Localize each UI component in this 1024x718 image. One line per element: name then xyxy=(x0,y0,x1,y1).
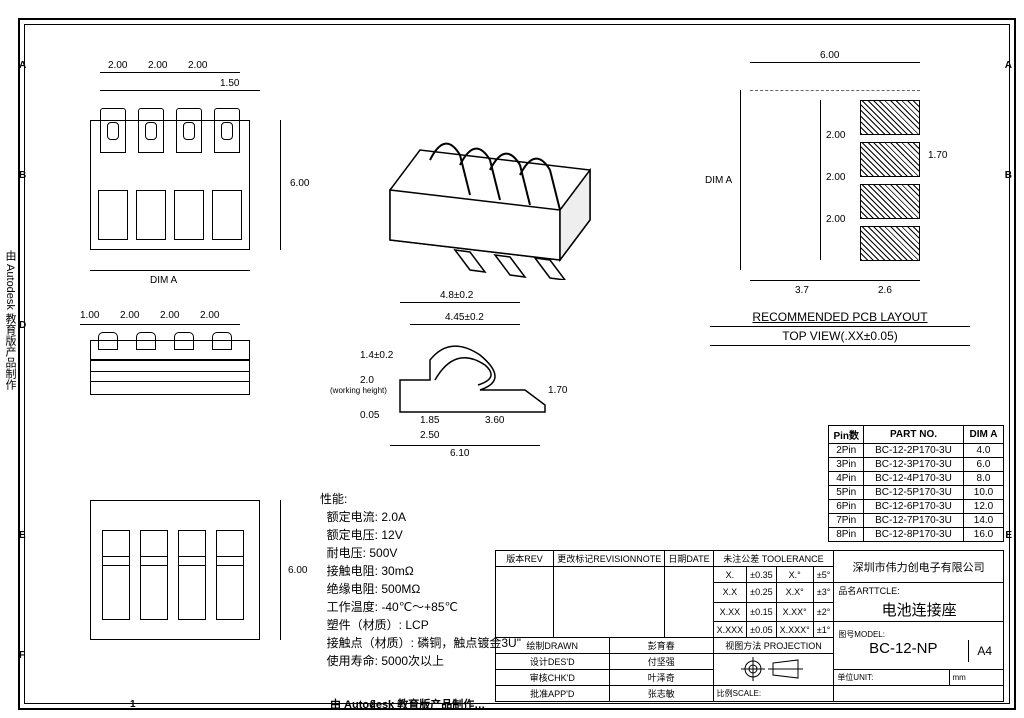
dim-pitch2: 2.00 xyxy=(148,60,167,71)
pcb-layout: 6.00 2.00 2.00 2.00 1.70 DIM A 3.7 2.6 xyxy=(700,50,980,330)
table-row: 3PinBC-12-3P170-3U6.0 xyxy=(829,458,1004,472)
table-row: 4PinBC-12-4P170-3U8.0 xyxy=(829,472,1004,486)
zone-a-left: A xyxy=(19,60,26,71)
title-block: 版本REV 更改标记REVISIONNOTE 日期DATE 未注公差 TOOLE… xyxy=(495,550,1004,702)
drawing-outer-frame: A B D E F A B E 1 2 2.00 2.00 2.00 1.50 xyxy=(18,18,1016,710)
side-section: 4.8±0.2 4.45±0.2 1.4±0.2 (working height… xyxy=(330,290,590,460)
table-row: 5PinBC-12-5P170-3U10.0 xyxy=(829,486,1004,500)
dim-offset: 1.50 xyxy=(220,78,239,89)
dim-pitch1: 2.00 xyxy=(108,60,127,71)
part-number-table: Pin数PART NO.DIM A 2PinBC-12-2P170-3U4.03… xyxy=(828,425,1004,542)
pcb-title: RECOMMENDED PCB LAYOUT TOP VIEW(.XX±0.05… xyxy=(710,310,970,346)
zone-d-left: D xyxy=(19,320,26,331)
height-dim-line xyxy=(280,120,281,250)
spec-row: 额定电流: 2.0A xyxy=(320,508,570,526)
dim-line xyxy=(100,72,240,73)
dim-height: 6.00 xyxy=(290,178,309,189)
zone-e-right: E xyxy=(1005,530,1012,541)
dim-a-label: DIM A xyxy=(150,275,177,286)
table-header: PART NO. xyxy=(864,426,964,444)
zone-1: 1 xyxy=(130,699,136,710)
table-header: Pin数 xyxy=(829,426,864,444)
zone-b-left: B xyxy=(19,170,26,181)
pad-2 xyxy=(860,142,920,177)
table-header: DIM A xyxy=(964,426,1004,444)
table-row: 7PinBC-12-7P170-3U14.0 xyxy=(829,514,1004,528)
projection-symbol xyxy=(713,654,834,686)
zone-b-right: B xyxy=(1005,170,1012,181)
table-row: 2PinBC-12-2P170-3U4.0 xyxy=(829,444,1004,458)
zone-f-left: F xyxy=(19,650,25,661)
table-row: 6PinBC-12-6P170-3U12.0 xyxy=(829,500,1004,514)
dim-line2 xyxy=(100,90,260,91)
top-view: 1.00 2.00 2.00 2.00 xyxy=(80,310,280,420)
watermark-left: 由 Autodesk 教育版产品制作 xyxy=(2,250,18,390)
pcb-w: 6.00 xyxy=(820,50,839,61)
bottom-view: 6.00 xyxy=(90,490,300,660)
pad-1 xyxy=(860,100,920,135)
isometric-view xyxy=(360,100,610,280)
table-row: 8PinBC-12-8P170-3U16.0 xyxy=(829,528,1004,542)
front-view: 2.00 2.00 2.00 1.50 6.00 DIM A xyxy=(80,60,300,280)
pad-4 xyxy=(860,226,920,261)
zone-a-right: A xyxy=(1005,60,1012,71)
spring-profile xyxy=(380,330,560,430)
spec-row: 额定电压: 12V xyxy=(320,526,570,544)
watermark-bottom: 由 Autodesk 教育版产品制作… xyxy=(330,696,485,712)
zone-e-left: E xyxy=(19,530,26,541)
pad-3 xyxy=(860,184,920,219)
dim-pitch3: 2.00 xyxy=(188,60,207,71)
